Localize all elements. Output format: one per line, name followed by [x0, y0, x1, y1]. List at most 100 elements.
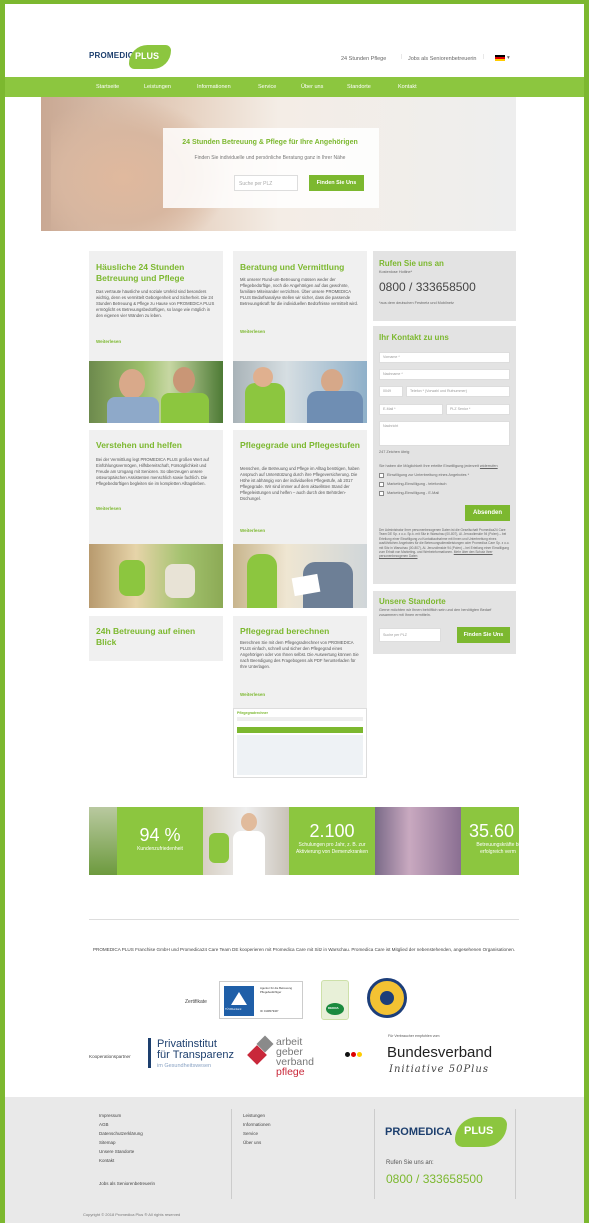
footer-logo-text: PROMEDICA	[385, 1126, 453, 1138]
stat-label: Kundenzufriedenheit	[137, 846, 183, 852]
nav-standorte[interactable]: Standorte	[347, 84, 371, 90]
call-box: Rufen Sie uns an Kostenlose Hotline* 080…	[373, 251, 516, 321]
photo-group	[375, 807, 461, 875]
top-link-jobs[interactable]: Jobs als Seniorenbetreuerin	[408, 56, 477, 62]
screenshot-line	[237, 717, 363, 721]
logo-plus: PLUS	[135, 51, 160, 61]
footer-link[interactable]: Sitemap	[99, 1138, 143, 1147]
locations-find-button[interactable]: Finden Sie Uns	[457, 627, 510, 643]
face-shape	[119, 369, 145, 399]
dot-black-icon	[345, 1052, 350, 1057]
hero-plz-input[interactable]: Suche per PLZ	[234, 175, 298, 191]
consent-revoke-link[interactable]: widerrufen	[480, 464, 498, 468]
card-text: Bei der Vermittlung legt PROMEDICA PLUS …	[96, 457, 210, 486]
main-nav: Startseite Leistungen Informationen Serv…	[5, 77, 584, 97]
tuv-id: ID: 9108079467	[260, 1010, 279, 1013]
pt-logo-bar	[148, 1038, 152, 1068]
consent-email-label: Marketing-Einwilligung - E-Mail	[387, 491, 440, 495]
face-shape	[321, 369, 343, 393]
read-more-link[interactable]: Weiterlesen	[96, 339, 121, 344]
face-shape	[173, 367, 195, 393]
card-title: Beratung und Vermittlung	[240, 262, 345, 272]
footer-divider	[231, 1109, 232, 1199]
pt-line2: für Transparenz	[157, 1049, 235, 1061]
nav-kontakt[interactable]: Kontakt	[398, 84, 417, 90]
tuv-certificate: TÜVRheinland Agentur für die Betreuung P…	[219, 981, 303, 1019]
char-counter: 247 Zeichen übrig	[379, 450, 410, 454]
stat-number: 35.60	[469, 821, 515, 841]
person-shape	[119, 560, 145, 596]
locations-text: Gerne möchten wir Ihnen behilflich sein …	[379, 608, 492, 617]
footer-link[interactable]: Informationen	[243, 1120, 271, 1129]
footer-link[interactable]: Leistungen	[243, 1111, 271, 1120]
message-textarea[interactable]: Nachricht	[379, 421, 510, 446]
consent-intro: Sie haben die Möglichkeit Ihre erteilte …	[379, 464, 513, 469]
hero-find-button[interactable]: Finden Sie Uns	[309, 175, 364, 191]
phone-input[interactable]: Telefon * (Vorwahl und Rufnummer)	[406, 386, 510, 397]
nav-informationen[interactable]: Informationen	[197, 84, 231, 90]
footer-logo-plus: PLUS	[464, 1125, 494, 1137]
footer-logo[interactable]: PROMEDICA PLUS	[385, 1117, 507, 1147]
submit-button[interactable]: Absenden	[465, 505, 510, 521]
read-more-link[interactable]: Weiterlesen	[240, 692, 265, 697]
shirt-shape	[161, 393, 209, 423]
photo-garden	[89, 544, 223, 608]
firstname-input[interactable]: Vorname *	[379, 352, 510, 363]
hero-subtitle: Finden Sie individuelle und persönliche …	[194, 155, 346, 161]
shirt-shape	[307, 391, 363, 423]
card-auf-einen-blick[interactable]: 24h Betreuung auf einen Blick	[89, 616, 223, 661]
read-more-link[interactable]: Weiterlesen	[240, 528, 265, 533]
nav-startseite[interactable]: Startseite	[96, 84, 119, 90]
screenshot-body	[237, 735, 363, 775]
footer-link[interactable]: Service	[243, 1129, 271, 1138]
footer-link[interactable]: Kontakt	[99, 1156, 143, 1165]
footer-jobs-link[interactable]: Jobs als Seniorenbetreuerin	[99, 1179, 155, 1188]
contact-title: Ihr Kontakt zu uns	[379, 333, 449, 342]
card-beratung: Beratung und Vermittlung Mit unserer Run…	[233, 251, 367, 361]
footer-link[interactable]: Impressum	[99, 1111, 143, 1120]
stat-satisfaction: 94 % Kundenzufriedenheit	[117, 807, 203, 875]
plz-input[interactable]: PLZ Senior *	[446, 404, 510, 415]
dot-gold-icon	[357, 1052, 362, 1057]
phone-prefix-input[interactable]: 0049	[379, 386, 403, 397]
german-flag-icon[interactable]	[495, 55, 505, 61]
language-dropdown-icon[interactable]: ▾	[507, 55, 510, 61]
nav-ueber-uns[interactable]: Über uns	[301, 84, 323, 90]
call-title: Rufen Sie uns an	[379, 259, 444, 268]
consent-email-checkbox[interactable]	[379, 491, 384, 496]
person-shape	[165, 564, 195, 598]
lastname-input[interactable]: Nachname *	[379, 369, 510, 380]
footer-link[interactable]: Datenschutzerklärung	[99, 1129, 143, 1138]
footer-link[interactable]: Unsere Standorte	[99, 1147, 143, 1156]
consent-phone-label: Marketing-Einwilligung - telefonisch	[387, 482, 447, 486]
bv-small: Für Verbraucher empfohlen vom	[388, 1034, 440, 1038]
seniorenrat-seal	[367, 978, 407, 1018]
card-title: 24h Betreuung auf einen Blick	[96, 626, 196, 647]
calculator-screenshot[interactable]: Pflegegradrechner	[233, 708, 367, 778]
locations-box: Unsere Standorte Gerne möchten wir Ihnen…	[373, 591, 516, 654]
email-input[interactable]: E-Mail *	[379, 404, 443, 415]
footer-phone[interactable]: 0800 / 333658500	[386, 1172, 483, 1186]
hero-title: 24 Stunden Betreuung & Pflege für Ihre A…	[182, 139, 358, 146]
call-phone[interactable]: 0800 / 333658500	[379, 280, 476, 294]
logo[interactable]: PROMEDICA PLUS	[89, 45, 173, 71]
logo-leaf-icon: PLUS	[129, 45, 171, 69]
footer-col1: Impressum AGB Datenschutzerklärung Sitem…	[99, 1111, 143, 1165]
consent-phone-checkbox[interactable]	[379, 482, 384, 487]
read-more-link[interactable]: Weiterlesen	[240, 329, 265, 334]
photo-caregiver	[203, 807, 289, 875]
divider: |	[483, 54, 485, 60]
footer-logo-leaf-icon: PLUS	[455, 1117, 507, 1147]
footer-divider	[515, 1109, 516, 1199]
card-text: Menschen, die Betreuung und Pflege im Al…	[240, 466, 360, 501]
locations-plz-input[interactable]: Suche per PLZ	[379, 628, 441, 642]
consent-offer-checkbox[interactable]	[379, 473, 384, 478]
footer-link[interactable]: AGB	[99, 1120, 143, 1129]
page: PROMEDICA PLUS 24 Stunden Pflege | Jobs …	[5, 4, 584, 1223]
card-text: Das vertraute häusliche und soziale Umfe…	[96, 289, 215, 318]
nav-service[interactable]: Service	[258, 84, 276, 90]
read-more-link[interactable]: Weiterlesen	[96, 506, 121, 511]
footer-link[interactable]: Über uns	[243, 1138, 271, 1147]
nav-leistungen[interactable]: Leistungen	[144, 84, 171, 90]
top-link-24h[interactable]: 24 Stunden Pflege	[341, 56, 386, 62]
